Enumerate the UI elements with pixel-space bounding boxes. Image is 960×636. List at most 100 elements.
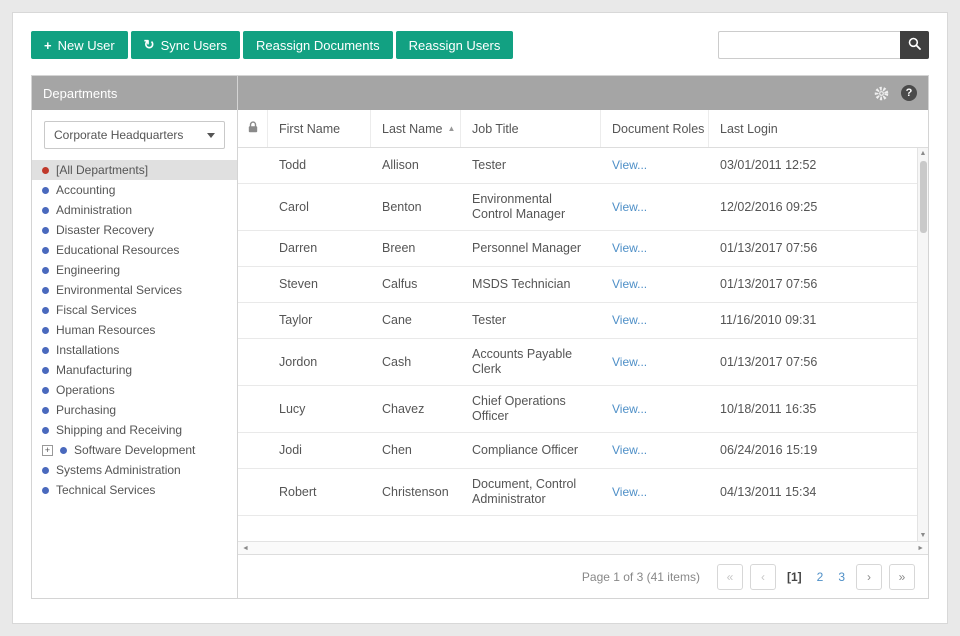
users-grid-panel: ? First Name Last Name ▲ Job Title Docum… (238, 75, 929, 599)
blue-dot-icon (42, 426, 49, 434)
tree-item-technical-services[interactable]: Technical Services (32, 480, 237, 500)
view-roles-link[interactable]: View... (612, 355, 647, 369)
cell-first-name: Jodi (279, 443, 302, 457)
next-page-button[interactable]: › (856, 563, 882, 590)
tree-item-software-development[interactable]: + Software Development (32, 440, 237, 460)
tree-item-installations[interactable]: Installations (32, 340, 237, 360)
tree-item-accounting[interactable]: Accounting (32, 180, 237, 200)
view-roles-link[interactable]: View... (612, 277, 647, 291)
reassign-documents-button[interactable]: Reassign Documents (243, 31, 393, 59)
pagination-bar: Page 1 of 3 (41 items) « ‹ [1] 2 3 › » (238, 554, 928, 598)
user-management-panel: + New User ↻ Sync Users Reassign Documen… (12, 12, 948, 624)
cell-job-title: Compliance Officer (472, 443, 579, 457)
horizontal-scrollbar[interactable]: ◄ ► (238, 541, 928, 554)
blue-dot-icon (42, 346, 49, 354)
column-header-last-login[interactable]: Last Login (709, 110, 917, 147)
tree-item-all-departments[interactable]: [All Departments] (32, 160, 237, 180)
plus-icon: + (44, 37, 52, 53)
reassign-users-button[interactable]: Reassign Users (395, 31, 514, 59)
sync-users-button[interactable]: ↻ Sync Users (130, 31, 241, 59)
sidebar-header: Departments (32, 76, 237, 110)
chevron-down-icon (207, 132, 215, 138)
search-input[interactable] (718, 31, 900, 59)
column-header-first-name[interactable]: First Name (268, 110, 371, 147)
tree-item-label: Educational Resources (56, 243, 180, 257)
sort-asc-icon: ▲ (447, 124, 456, 133)
view-roles-link[interactable]: View... (612, 200, 647, 214)
search-button[interactable] (900, 31, 929, 59)
table-row[interactable]: Todd Allison Tester View... 03/01/2011 1… (238, 148, 917, 184)
cell-last-name: Cane (382, 313, 412, 327)
column-header-job-title[interactable]: Job Title (461, 110, 601, 147)
gear-icon[interactable] (874, 86, 889, 101)
view-roles-link[interactable]: View... (612, 241, 647, 255)
page-2-link[interactable]: 2 (813, 570, 828, 584)
tree-item-educational-resources[interactable]: Educational Resources (32, 240, 237, 260)
search-box (718, 31, 929, 59)
scroll-left-icon[interactable]: ◄ (242, 543, 249, 554)
tree-item-label: Systems Administration (56, 463, 181, 477)
table-row[interactable]: Carol Benton Environmental Control Manag… (238, 184, 917, 231)
grid-body: Todd Allison Tester View... 03/01/2011 1… (238, 148, 928, 541)
scroll-right-icon[interactable]: ► (917, 543, 924, 554)
tree-item-systems-administration[interactable]: Systems Administration (32, 460, 237, 480)
cell-first-name: Robert (279, 484, 317, 499)
reassign-documents-label: Reassign Documents (256, 37, 380, 53)
vertical-scrollbar[interactable]: ▲ ▼ (917, 148, 928, 541)
expand-icon[interactable]: + (42, 444, 53, 456)
page-3-link[interactable]: 3 (834, 570, 849, 584)
cell-job-title: Tester (472, 158, 507, 172)
tree-item-engineering[interactable]: Engineering (32, 260, 237, 280)
view-roles-link[interactable]: View... (612, 158, 647, 172)
blue-dot-icon (42, 366, 49, 374)
column-header-document-roles[interactable]: Document Roles (601, 110, 709, 147)
pagination-summary: Page 1 of 3 (41 items) (581, 569, 700, 584)
prev-page-button[interactable]: ‹ (749, 563, 776, 590)
blue-dot-icon (42, 286, 49, 294)
cell-last-name: Chen (382, 443, 412, 457)
view-roles-link[interactable]: View... (612, 402, 647, 416)
lock-column-header[interactable] (238, 110, 268, 147)
cell-last-login: 06/24/2016 15:19 (720, 443, 818, 457)
tree-item-label: Disaster Recovery (56, 223, 155, 237)
vertical-scrollbar-thumb[interactable] (920, 161, 927, 233)
tree-item-label: Installations (56, 343, 120, 357)
tree-item-shipping-and-receiving[interactable]: Shipping and Receiving (32, 420, 237, 440)
scroll-down-icon[interactable]: ▼ (920, 530, 927, 541)
tree-item-disaster-recovery[interactable]: Disaster Recovery (32, 220, 237, 240)
table-row[interactable]: Robert Christenson Document, Control Adm… (238, 469, 917, 516)
blue-dot-icon (42, 306, 49, 314)
tree-item-manufacturing[interactable]: Manufacturing (32, 360, 237, 380)
tree-item-fiscal-services[interactable]: Fiscal Services (32, 300, 237, 320)
first-page-button[interactable]: « (716, 563, 743, 590)
column-label: Job Title (472, 121, 519, 136)
table-row[interactable]: Taylor Cane Tester View... 11/16/2010 09… (238, 303, 917, 339)
tree-item-administration[interactable]: Administration (32, 200, 237, 220)
view-roles-link[interactable]: View... (612, 313, 647, 327)
cell-last-login: 01/13/2017 07:56 (720, 277, 818, 291)
sync-users-label: Sync Users (160, 37, 228, 53)
table-row[interactable]: Steven Calfus MSDS Technician View... 01… (238, 267, 917, 303)
scroll-up-icon[interactable]: ▲ (920, 148, 927, 159)
table-row[interactable]: Jordon Cash Accounts Payable Clerk View.… (238, 339, 917, 386)
table-row[interactable]: Lucy Chavez Chief Operations Officer Vie… (238, 386, 917, 433)
departments-sidebar: Departments Corporate Headquarters [All … (31, 75, 238, 599)
new-user-button[interactable]: + New User (31, 31, 128, 59)
view-roles-link[interactable]: View... (612, 485, 647, 499)
tree-item-human-resources[interactable]: Human Resources (32, 320, 237, 340)
tree-item-purchasing[interactable]: Purchasing (32, 400, 237, 420)
cell-last-login: 12/02/2016 09:25 (720, 199, 818, 214)
cell-first-name: Jordon (279, 354, 318, 369)
column-header-last-name[interactable]: Last Name ▲ (371, 110, 461, 147)
department-dropdown[interactable]: Corporate Headquarters (44, 121, 225, 149)
table-row[interactable]: Jodi Chen Compliance Officer View... 06/… (238, 433, 917, 469)
tree-item-environmental-services[interactable]: Environmental Services (32, 280, 237, 300)
cell-last-login: 01/13/2017 07:56 (720, 241, 818, 255)
column-label: First Name (279, 121, 341, 136)
tree-item-label: Shipping and Receiving (56, 423, 183, 437)
last-page-button[interactable]: » (889, 563, 915, 590)
table-row[interactable]: Darren Breen Personnel Manager View... 0… (238, 231, 917, 267)
help-icon[interactable]: ? (901, 85, 917, 101)
tree-item-operations[interactable]: Operations (32, 380, 237, 400)
view-roles-link[interactable]: View... (612, 443, 647, 457)
